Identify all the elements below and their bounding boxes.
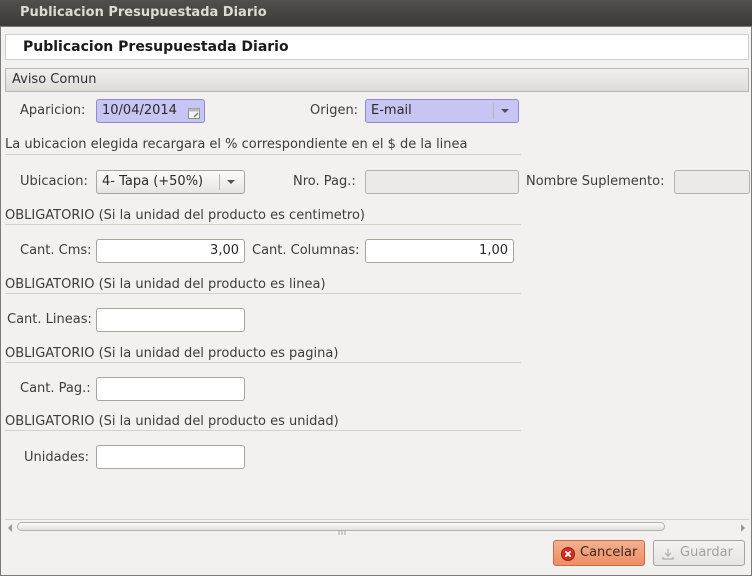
ubicacion-select[interactable]: 4- Tapa (+50%) — [96, 170, 245, 194]
aparicion-date-field[interactable]: 10/04/2014 — [96, 99, 205, 123]
cant-cms-value: 3,00 — [210, 243, 239, 258]
note-linea: OBLIGATORIO (Si la unidad del producto e… — [5, 277, 326, 292]
note-pagina: OBLIGATORIO (Si la unidad del producto e… — [5, 346, 339, 361]
cant-columnas-label: Cant. Columnas: — [252, 243, 360, 258]
aparicion-value: 10/04/2014 — [102, 103, 177, 118]
save-button-label: Guardar — [680, 545, 733, 560]
aparicion-label: Aparicion: — [20, 103, 86, 118]
ubicacion-label: Ubicacion: — [20, 174, 88, 189]
window-title-bar: Publicacion Presupuestada Diario — [0, 0, 752, 26]
cant-columnas-field[interactable]: 1,00 — [365, 239, 514, 263]
cant-lineas-label: Cant. Lineas: — [7, 312, 92, 327]
cant-cms-field[interactable]: 3,00 — [96, 239, 245, 263]
window-title: Publicacion Presupuestada Diario — [20, 5, 267, 20]
page-title: Publicacion Presupuestada Diario — [5, 34, 749, 60]
divider — [5, 362, 521, 363]
chevron-down-icon — [498, 101, 512, 121]
divider — [5, 154, 521, 155]
save-button[interactable]: Guardar — [653, 540, 745, 566]
chevron-down-icon — [224, 172, 238, 192]
note-unidad: OBLIGATORIO (Si la unidad del producto e… — [5, 414, 339, 429]
divider — [5, 224, 521, 225]
cant-pag-field[interactable] — [96, 377, 245, 401]
nro-pag-field[interactable] — [365, 170, 519, 194]
divider — [5, 293, 521, 294]
cant-lineas-field[interactable] — [96, 308, 245, 332]
origen-select[interactable]: E-mail — [365, 99, 519, 123]
note-centimetro: OBLIGATORIO (Si la unidad del producto e… — [5, 208, 365, 223]
unidades-field[interactable] — [96, 445, 245, 469]
cant-pag-label: Cant. Pag.: — [20, 381, 91, 396]
nombre-suplemento-field[interactable] — [674, 170, 750, 194]
origen-value: E-mail — [371, 103, 412, 118]
divider — [5, 430, 521, 431]
grip-icon — [338, 524, 346, 535]
section-title: Aviso Comun — [12, 72, 97, 87]
cancel-button-label: Cancelar — [580, 545, 638, 560]
cant-cms-label: Cant. Cms: — [20, 243, 92, 258]
origen-label: Origen: — [310, 103, 359, 118]
cant-columnas-value: 1,00 — [479, 243, 508, 258]
scrollbar-thumb[interactable] — [17, 522, 665, 535]
unidades-label: Unidades: — [24, 450, 89, 465]
dialog-body: Publicacion Presupuestada Diario Aviso C… — [0, 26, 752, 576]
calendar-icon[interactable] — [188, 105, 200, 119]
ubicacion-note: La ubicacion elegida recargara el % corr… — [5, 137, 468, 152]
save-icon — [661, 546, 675, 560]
horizontal-scrollbar[interactable] — [5, 519, 749, 535]
nro-pag-label: Nro. Pag.: — [293, 174, 356, 189]
ubicacion-value: 4- Tapa (+50%) — [102, 174, 204, 189]
scroll-right-icon[interactable] — [739, 522, 747, 532]
section-header-aviso-comun[interactable]: Aviso Comun — [5, 68, 749, 92]
cancel-icon — [561, 546, 575, 561]
nombre-suplemento-label: Nombre Suplemento: — [526, 174, 665, 189]
scroll-left-icon[interactable] — [6, 522, 14, 532]
cancel-button[interactable]: Cancelar — [553, 540, 645, 566]
